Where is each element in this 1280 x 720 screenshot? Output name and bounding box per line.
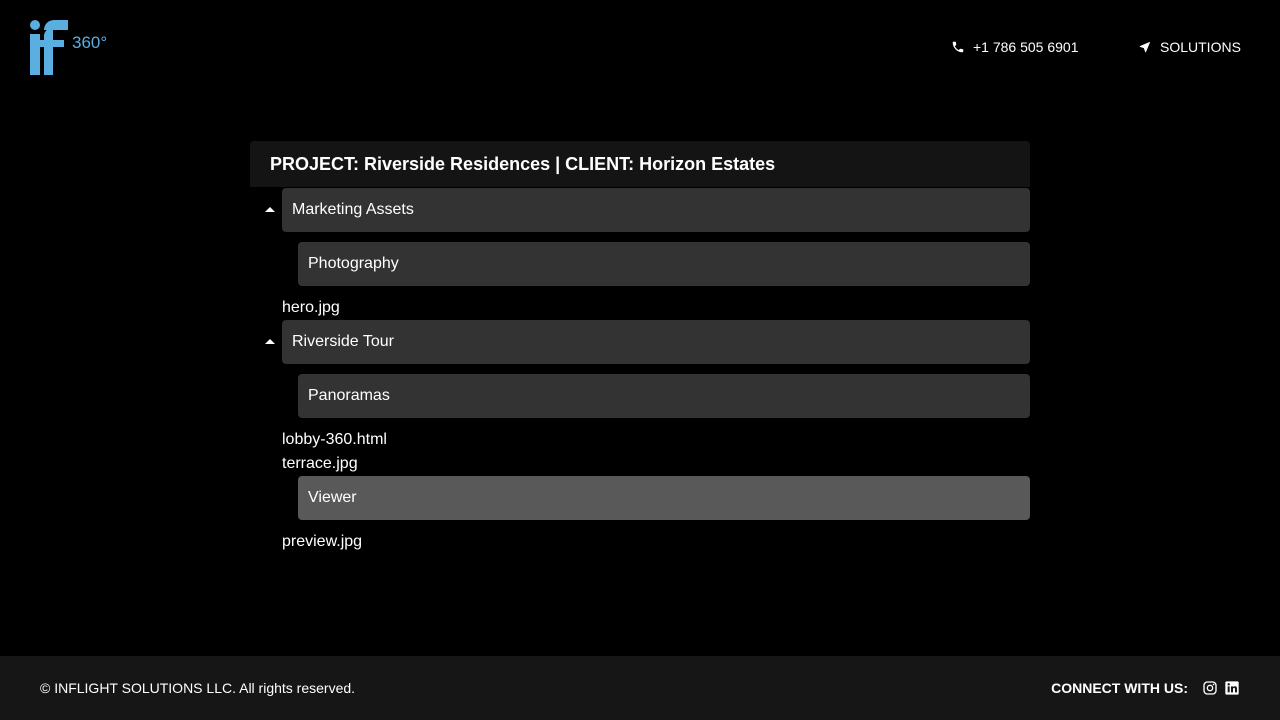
file-item[interactable]: hero.jpg [282, 298, 340, 318]
phone-icon [952, 41, 964, 53]
logo-f-stem [44, 28, 53, 75]
phone-link[interactable]: +1 786 505 6901 [951, 38, 1079, 56]
instagram-icon[interactable] [1202, 680, 1218, 696]
logo-360-text: 360° [72, 33, 108, 52]
project-tree-panel: PROJECT: Riverside Residences | CLIENT: … [250, 141, 1030, 550]
folder-photography[interactable]: Photography [298, 242, 1030, 286]
navigation-arrow-icon [1139, 41, 1151, 53]
collapse-caret-icon[interactable] [265, 337, 275, 347]
folder-viewer[interactable]: Viewer [298, 476, 1030, 520]
project-title: PROJECT: Riverside Residences | CLIENT: … [250, 141, 1030, 187]
connect-label: CONNECT WITH US: [1051, 680, 1188, 696]
copyright-text: © INFLIGHT SOLUTIONS LLC. All rights res… [40, 680, 356, 696]
solutions-label: SOLUTIONS [1160, 39, 1241, 55]
file-item[interactable]: preview.jpg [282, 532, 362, 552]
phone-number: +1 786 505 6901 [973, 39, 1079, 55]
solutions-link[interactable]: SOLUTIONS [1138, 38, 1241, 56]
social-links: CONNECT WITH US: [1051, 678, 1240, 698]
logo-i-dot [30, 20, 40, 30]
brand-logo[interactable]: 360° [30, 20, 120, 80]
linkedin-icon[interactable] [1224, 680, 1240, 696]
folder-marketing-assets[interactable]: Marketing Assets [282, 188, 1030, 232]
folder-panoramas[interactable]: Panoramas [298, 374, 1030, 418]
file-item[interactable]: lobby-360.html [282, 430, 387, 450]
site-header: 360° +1 786 505 6901 SOLUTIONS [0, 0, 1280, 100]
logo-f-bar [36, 40, 64, 47]
folder-riverside-tour[interactable]: Riverside Tour [282, 320, 1030, 364]
collapse-caret-icon[interactable] [265, 205, 275, 215]
file-item[interactable]: terrace.jpg [282, 454, 358, 474]
site-footer: © INFLIGHT SOLUTIONS LLC. All rights res… [0, 656, 1280, 720]
